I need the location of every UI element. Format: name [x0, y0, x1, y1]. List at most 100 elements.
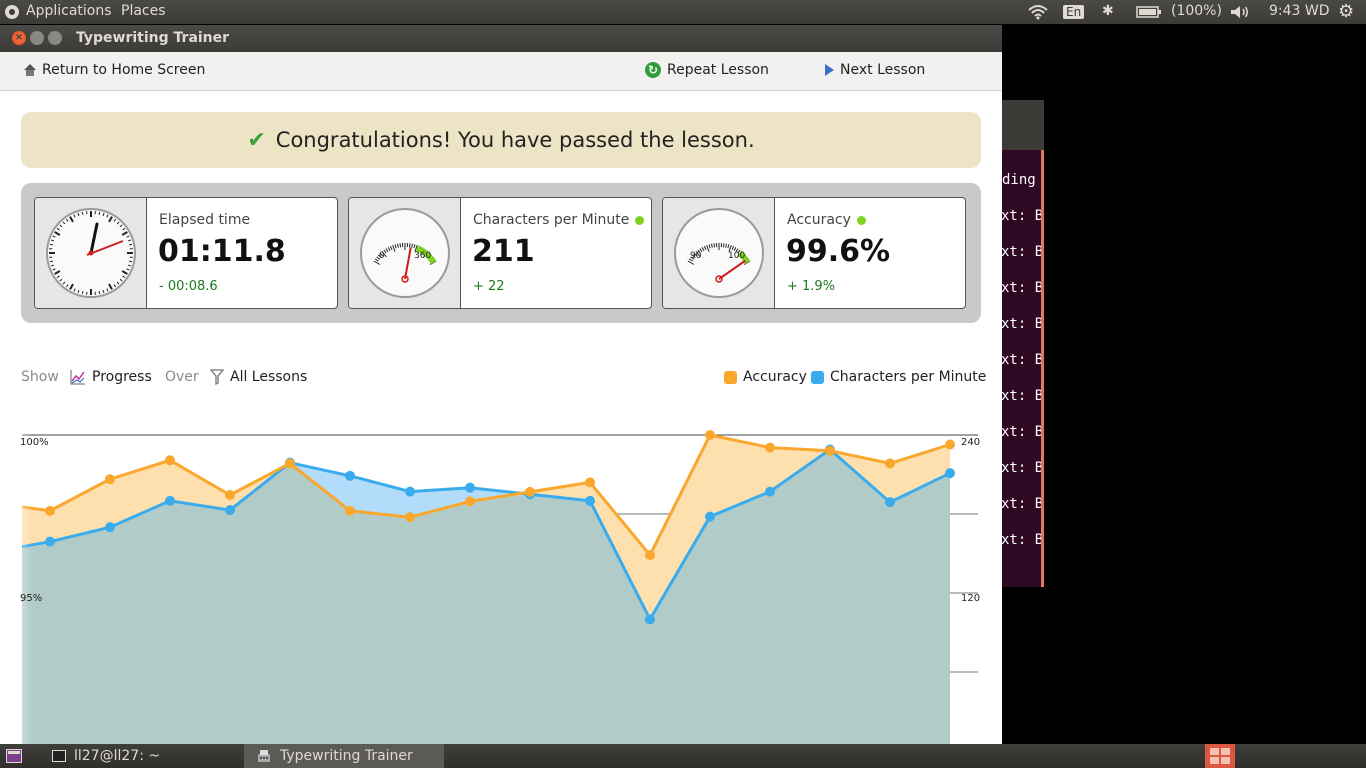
accuracy-point[interactable]: [405, 512, 415, 523]
status-dot-icon: [856, 215, 866, 225]
congratulations-banner: ✔ Congratulations! You have passed the l…: [21, 112, 981, 168]
cpm-point[interactable]: [705, 511, 715, 522]
taskbar-typewriting-trainer[interactable]: Typewriting Trainer: [244, 744, 444, 768]
gear-icon[interactable]: ⚙: [1338, 1, 1354, 22]
accuracy-point[interactable]: [165, 455, 175, 466]
taskbar-terminal[interactable]: ll27@ll27: ~: [44, 744, 240, 768]
terminal-line: xt: B: [1002, 424, 1044, 440]
clock-tick: [81, 211, 84, 215]
elapsed-time-label: Elapsed time: [159, 212, 251, 228]
status-dot-icon: [635, 215, 645, 225]
repeat-lesson-button[interactable]: ↻ Repeat Lesson: [645, 62, 769, 78]
cpm-point[interactable]: [945, 468, 955, 479]
cpm-point[interactable]: [465, 482, 475, 493]
terminal-icon: [52, 750, 66, 762]
chart-controls: Show Progress Over All Lessons Accuracy …: [21, 369, 986, 389]
left-axis-tick-label: 100%: [20, 437, 49, 448]
accuracy-point[interactable]: [465, 496, 475, 507]
cpm-point[interactable]: [585, 495, 595, 506]
banner-text: Congratulations! You have passed the les…: [275, 128, 755, 152]
progress-selector[interactable]: Progress: [70, 369, 152, 385]
accuracy-dial-max: 100: [728, 251, 745, 261]
accuracy-point[interactable]: [945, 439, 955, 450]
accuracy-point[interactable]: [885, 458, 895, 469]
accuracy-value: 99.6%: [786, 234, 891, 269]
keyboard-layout-indicator[interactable]: En: [1063, 4, 1085, 20]
cpm-point[interactable]: [645, 614, 655, 625]
gauge-tick: [713, 243, 716, 248]
accuracy-point[interactable]: [225, 490, 235, 501]
legend-cpm-label: Characters per Minute: [830, 369, 987, 385]
accuracy-point[interactable]: [285, 458, 295, 469]
battery-icon[interactable]: [1136, 6, 1162, 22]
terminal-header: [1002, 100, 1044, 150]
home-icon: [24, 64, 36, 76]
show-label: Show: [21, 369, 59, 385]
repeat-icon: ↻: [645, 62, 661, 78]
accuracy-card: 90 100 Accuracy 99.6% + 1.9%: [662, 197, 966, 309]
progress-label: Progress: [92, 369, 152, 385]
cpm-point[interactable]: [405, 486, 415, 497]
bluetooth-icon[interactable]: ✱: [1102, 3, 1114, 19]
cpm-point[interactable]: [345, 470, 355, 481]
accuracy-point[interactable]: [525, 486, 535, 497]
accuracy-point[interactable]: [825, 445, 835, 456]
cpm-point[interactable]: [765, 486, 775, 497]
accuracy-swatch: [724, 370, 737, 384]
terminal-line: xt: B: [1002, 280, 1044, 296]
right-axis-tick-label: 120: [961, 593, 980, 604]
accuracy-point[interactable]: [105, 474, 115, 485]
applications-menu[interactable]: Applications: [26, 3, 112, 19]
cpm-point[interactable]: [165, 495, 175, 506]
chart-icon: [70, 370, 85, 385]
taskbar-terminal-label: ll27@ll27: ~: [74, 748, 161, 764]
cpm-label: Characters per Minute: [473, 212, 645, 228]
accuracy-dial-min: 90: [690, 251, 702, 261]
cpm-point[interactable]: [105, 522, 115, 533]
accuracy-point[interactable]: [765, 442, 775, 453]
close-window-button[interactable]: ×: [12, 31, 26, 45]
window-titlebar[interactable]: × Typewriting Trainer: [0, 25, 1002, 52]
accuracy-point[interactable]: [585, 477, 595, 488]
wifi-icon[interactable]: [1028, 4, 1048, 24]
elapsed-time-card: Elapsed time 01:11.8 - 00:08.6: [34, 197, 338, 309]
right-axis-tick-label: 240: [961, 437, 980, 448]
clock-tick: [49, 260, 53, 263]
terminal-line: xt: B: [1002, 244, 1044, 260]
next-lesson-button[interactable]: Next Lesson: [825, 62, 925, 78]
accuracy-point[interactable]: [645, 550, 655, 561]
cpm-point[interactable]: [885, 497, 895, 508]
clock-tick: [98, 291, 101, 295]
volume-icon[interactable]: [1230, 5, 1250, 23]
clock-tick: [98, 211, 101, 215]
accuracy-point[interactable]: [705, 430, 715, 440]
cpm-swatch: [811, 370, 824, 384]
cpm-dial-min: 0: [379, 251, 385, 261]
checkmark-icon: ✔: [247, 127, 266, 153]
battery-percentage: (100%): [1171, 3, 1222, 19]
clock[interactable]: 9:43 WD: [1269, 3, 1330, 19]
all-lessons-filter[interactable]: All Lessons: [210, 369, 307, 385]
cpm-point[interactable]: [45, 536, 55, 547]
typewriter-app-icon: [258, 750, 270, 762]
accuracy-point[interactable]: [345, 505, 355, 516]
maximize-window-button[interactable]: [48, 31, 62, 45]
clock-tick: [129, 260, 133, 263]
workspace-switcher[interactable]: [1205, 744, 1235, 768]
show-desktop-button[interactable]: [0, 744, 22, 768]
ubuntu-logo-icon[interactable]: [5, 5, 19, 19]
gauge-tick: [399, 243, 402, 248]
gauge-tick: [408, 243, 411, 248]
minimize-window-button[interactable]: [30, 31, 44, 45]
terminal-line: xt: B: [1002, 352, 1044, 368]
places-menu[interactable]: Places: [121, 3, 166, 19]
accuracy-point[interactable]: [45, 505, 55, 516]
cpm-point[interactable]: [225, 505, 235, 516]
background-terminal-window[interactable]: ding xt: B xt: B xt: B xt: B xt: B xt: B…: [1002, 100, 1044, 587]
filter-icon: [210, 369, 224, 385]
terminal-line: xt: B: [1002, 460, 1044, 476]
return-home-button[interactable]: Return to Home Screen: [24, 62, 205, 78]
speedometer-icon: 0 360: [349, 198, 461, 308]
gauge-tick: [722, 243, 725, 248]
toolbar: Return to Home Screen ↻ Repeat Lesson Ne…: [0, 52, 1002, 91]
